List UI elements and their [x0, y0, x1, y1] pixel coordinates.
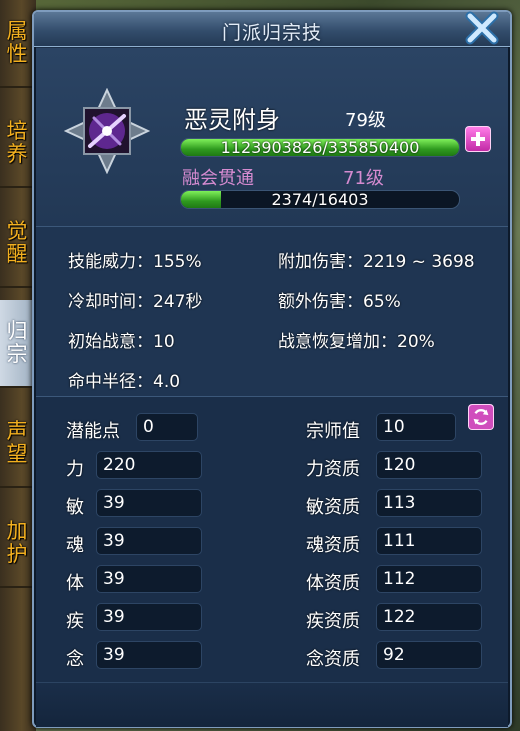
stat-will-recovery: 战意恢复增加：20% — [278, 332, 435, 352]
close-icon[interactable] — [462, 8, 502, 48]
tab-label: 属 性 — [6, 19, 28, 66]
attr-value: 39 — [96, 565, 202, 593]
skill-stats: 技能威力：155% 附加伤害：2219 ~ 3698 冷却时间：247秒 额外伤… — [36, 226, 508, 397]
tab-label: 加 护 — [6, 519, 28, 566]
potential-label: 潜能点 — [66, 421, 120, 442]
attr-label: 敏 — [66, 497, 84, 518]
attr-value: 39 — [96, 603, 202, 631]
skill-icon[interactable] — [64, 88, 150, 174]
attr-label: 力 — [66, 459, 84, 480]
attr-aptitude-label: 力资质 — [306, 459, 360, 480]
tab-cultivate[interactable]: 培 养 — [0, 100, 34, 188]
fusion-exp-bar: 2374/16403 — [180, 190, 460, 209]
attr-aptitude-label: 敏资质 — [306, 497, 360, 518]
attr-value: 220 — [96, 451, 202, 479]
tab-protection[interactable]: 加 护 — [0, 500, 34, 588]
skill-name: 恶灵附身 — [184, 106, 280, 134]
tab-label: 归 宗 — [6, 319, 28, 366]
tab-awaken[interactable]: 觉 醒 — [0, 200, 34, 288]
potential-value: 0 — [136, 413, 198, 441]
side-tab-strip: 属 性 培 养 觉 醒 归 宗 声 望 加 护 — [0, 0, 36, 731]
stat-initial-battle-will: 初始战意：10 — [68, 332, 175, 352]
tab-sect-return[interactable]: 归 宗 — [0, 300, 34, 388]
add-icon[interactable] — [465, 126, 491, 152]
tab-label: 声 望 — [6, 419, 28, 466]
tab-label: 培 养 — [6, 119, 28, 166]
attr-aptitude-value: 112 — [376, 565, 482, 593]
panel-footer — [36, 682, 508, 727]
title-bar: 门派归宗技 — [34, 12, 510, 47]
stat-cooldown: 冷却时间：247秒 — [68, 292, 203, 312]
tab-reputation[interactable]: 声 望 — [0, 400, 34, 488]
window-title: 门派归宗技 — [221, 22, 322, 44]
stat-skill-power: 技能威力：155% — [68, 252, 202, 272]
attr-value: 39 — [96, 527, 202, 555]
attr-label: 体 — [66, 573, 84, 594]
stat-bonus-damage: 额外伤害：65% — [278, 292, 401, 312]
attr-value: 39 — [96, 641, 202, 669]
skill-exp-text: 1123903826/335850400 — [220, 138, 420, 157]
attr-aptitude-value: 122 — [376, 603, 482, 631]
stat-extra-damage-add: 附加伤害：2219 ~ 3698 — [278, 252, 475, 272]
attr-aptitude-label: 体资质 — [306, 573, 360, 594]
attr-aptitude-value: 120 — [376, 451, 482, 479]
stat-hit-radius: 命中半径：4.0 — [68, 372, 181, 392]
tab-attributes[interactable]: 属 性 — [0, 0, 34, 88]
tab-label: 觉 醒 — [6, 219, 28, 266]
attr-value: 39 — [96, 489, 202, 517]
skill-level: 79级 — [345, 110, 386, 131]
fusion-name: 融会贯通 — [182, 168, 254, 189]
attr-aptitude-label: 疾资质 — [306, 611, 360, 632]
master-label: 宗师值 — [306, 421, 360, 442]
master-value: 10 — [376, 413, 456, 441]
attr-aptitude-value: 111 — [376, 527, 482, 555]
attr-aptitude-value: 92 — [376, 641, 482, 669]
sect-skill-panel: 门派归宗技 恶灵附身 79级 1123903826/335850400 融会贯通… — [32, 10, 512, 728]
attribute-section: 潜能点 0 宗师值 10 力 220 敏 39 魂 39 体 39 疾 39 念… — [36, 396, 508, 683]
fusion-exp-text: 2374/16403 — [271, 190, 369, 209]
attr-label: 魂 — [66, 535, 84, 556]
attr-aptitude-value: 113 — [376, 489, 482, 517]
skill-exp-bar: 1123903826/335850400 — [180, 138, 460, 157]
skill-header: 恶灵附身 79级 1123903826/335850400 融会贯通 71级 2… — [36, 48, 508, 226]
attr-aptitude-label: 念资质 — [306, 649, 360, 670]
attr-label: 疾 — [66, 611, 84, 632]
fusion-level: 71级 — [343, 168, 384, 189]
attr-aptitude-label: 魂资质 — [306, 535, 360, 556]
reset-icon[interactable] — [468, 404, 494, 430]
attr-label: 念 — [66, 649, 84, 670]
